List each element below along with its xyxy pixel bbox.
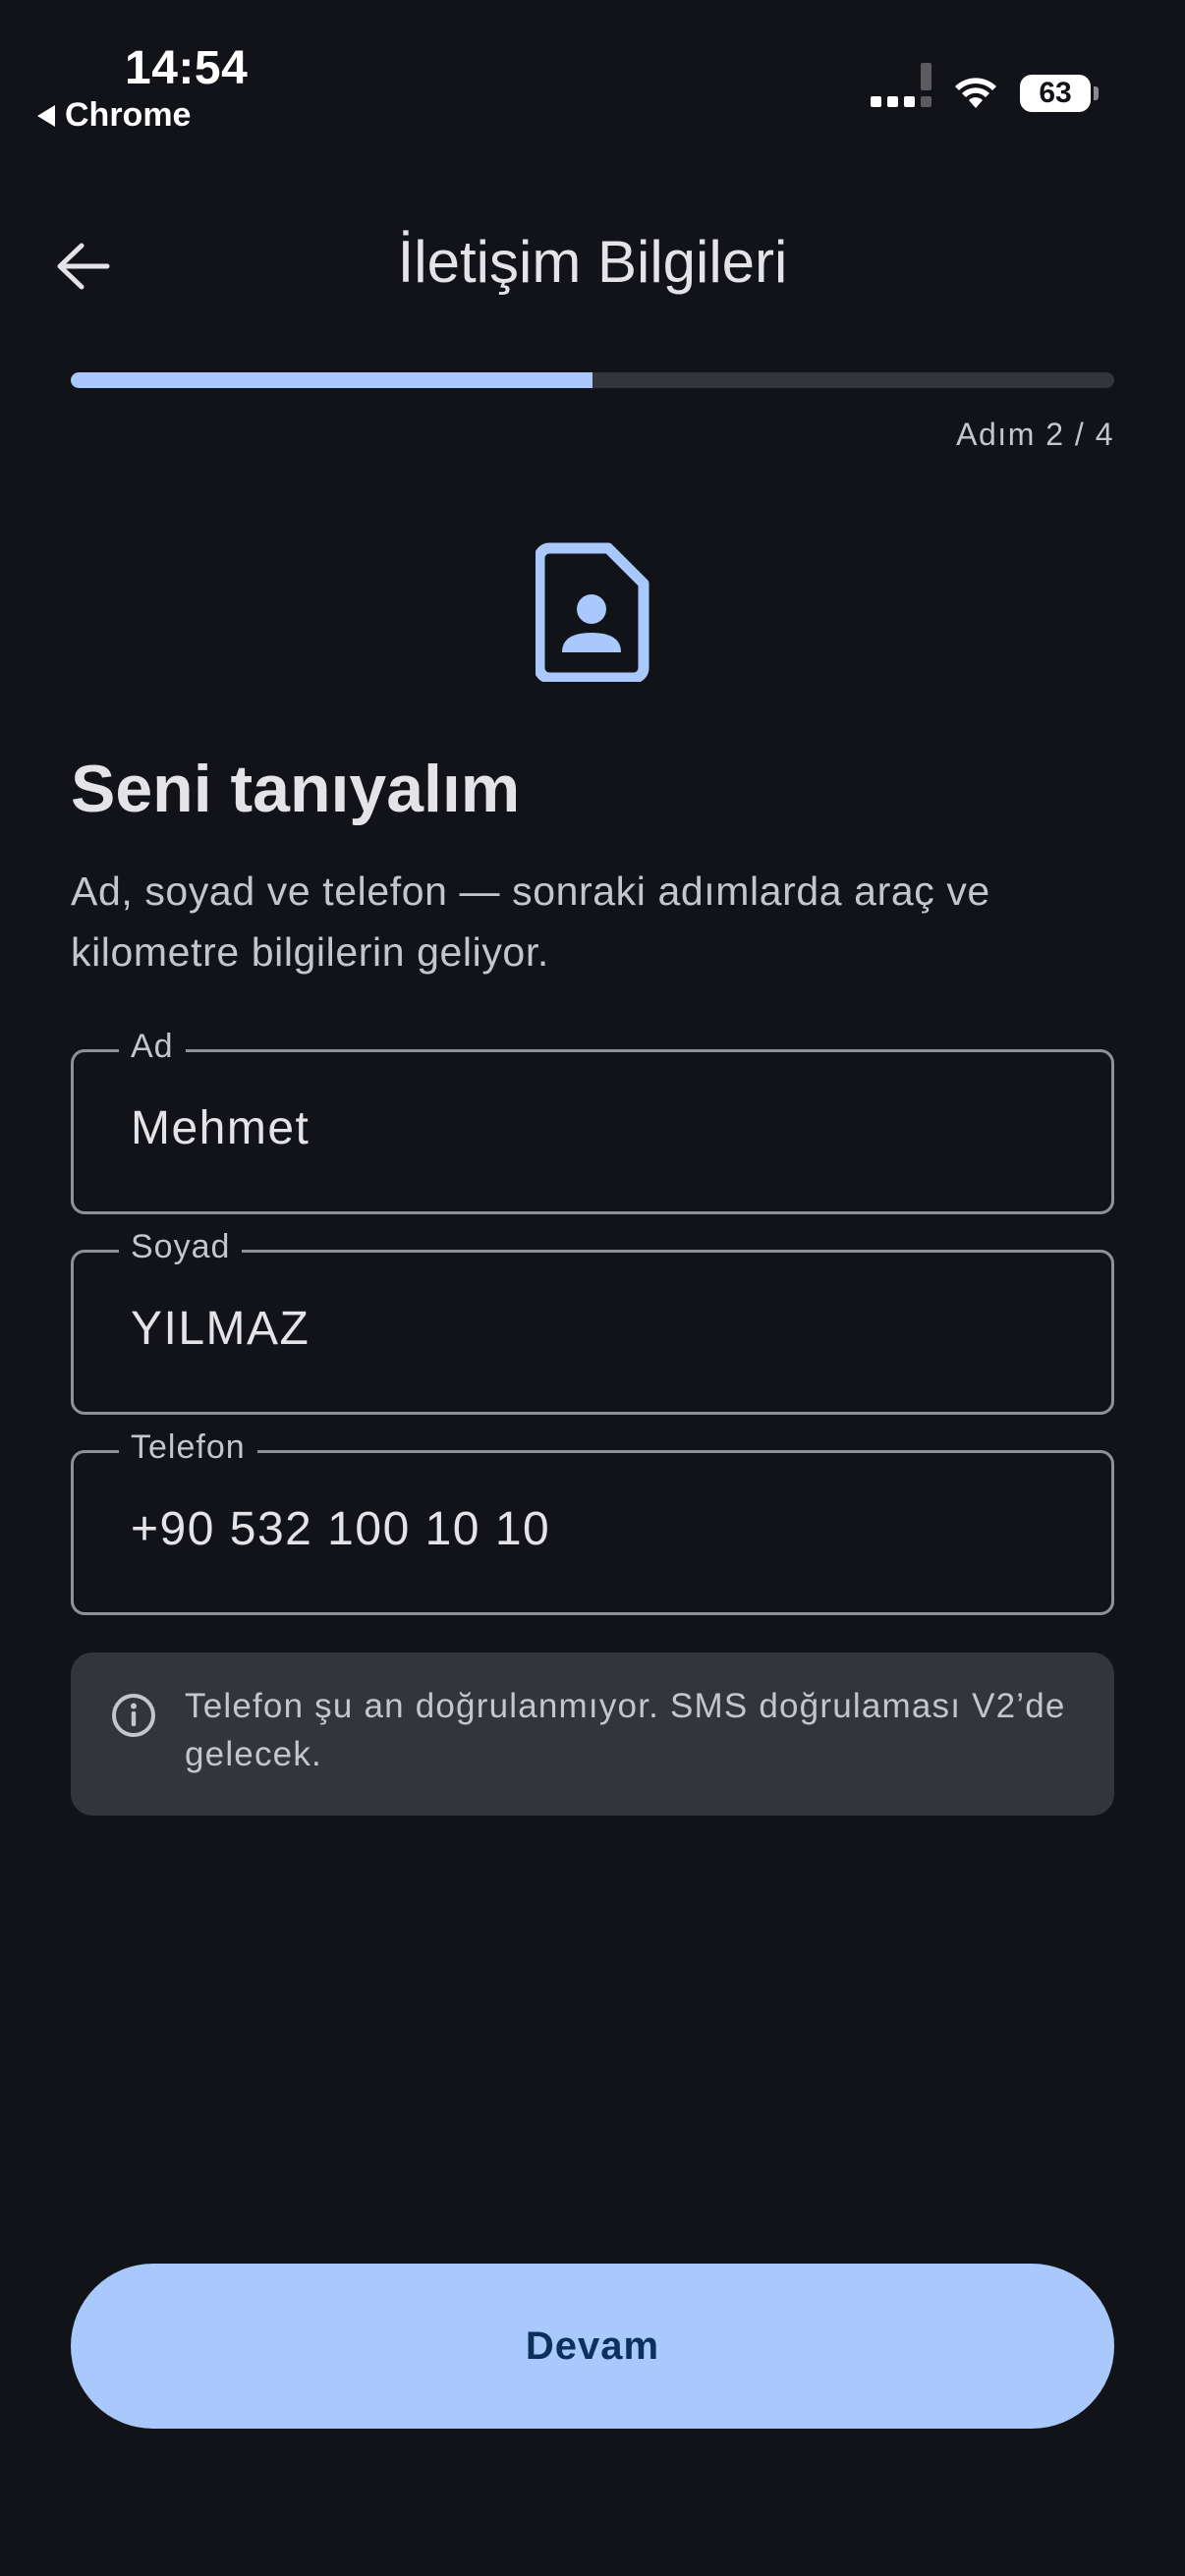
progress-fill xyxy=(71,372,592,388)
step-label: Adım 2 / 4 xyxy=(956,417,1114,452)
progress-bar xyxy=(71,372,1114,388)
phone-label: Telefon xyxy=(119,1428,257,1467)
back-triangle-icon xyxy=(37,104,55,127)
wifi-icon xyxy=(953,77,998,110)
continue-button[interactable]: Devam xyxy=(71,2264,1114,2429)
back-app-label: Chrome xyxy=(65,96,192,134)
continue-label: Devam xyxy=(525,2324,660,2368)
info-icon xyxy=(112,1694,155,1737)
last-name-input[interactable] xyxy=(131,1302,1054,1356)
page-title: İletişim Bilgileri xyxy=(397,229,788,295)
status-time: 14:54 xyxy=(125,42,249,94)
section-description: Ad, soyad ve telefon — sonraki adımlarda… xyxy=(71,868,990,975)
battery-level: 63 xyxy=(1020,75,1091,112)
info-banner: Telefon şu an doğrulanmıyor. SMS doğrula… xyxy=(71,1652,1114,1816)
section-heading: Seni tanıyalım xyxy=(71,752,521,826)
signal-icon xyxy=(871,63,931,107)
contact-page-icon xyxy=(536,542,649,682)
battery-icon: 63 xyxy=(1020,75,1099,112)
last-name-field[interactable]: Soyad xyxy=(71,1228,1114,1415)
info-text: Telefon şu an doğrulanmıyor. SMS doğrula… xyxy=(185,1687,1066,1773)
first-name-field[interactable]: Ad xyxy=(71,1028,1114,1214)
status-icons: 63 xyxy=(871,63,1099,112)
back-to-app-link[interactable]: Chrome xyxy=(37,96,191,135)
last-name-label: Soyad xyxy=(119,1228,243,1266)
first-name-label: Ad xyxy=(119,1028,186,1066)
screen: 14:54 Chrome 63 İletişim Bilgileri Adım … xyxy=(0,0,1185,2576)
first-name-input[interactable] xyxy=(131,1101,1054,1155)
phone-input[interactable] xyxy=(131,1502,1054,1556)
phone-field[interactable]: Telefon xyxy=(71,1428,1114,1615)
